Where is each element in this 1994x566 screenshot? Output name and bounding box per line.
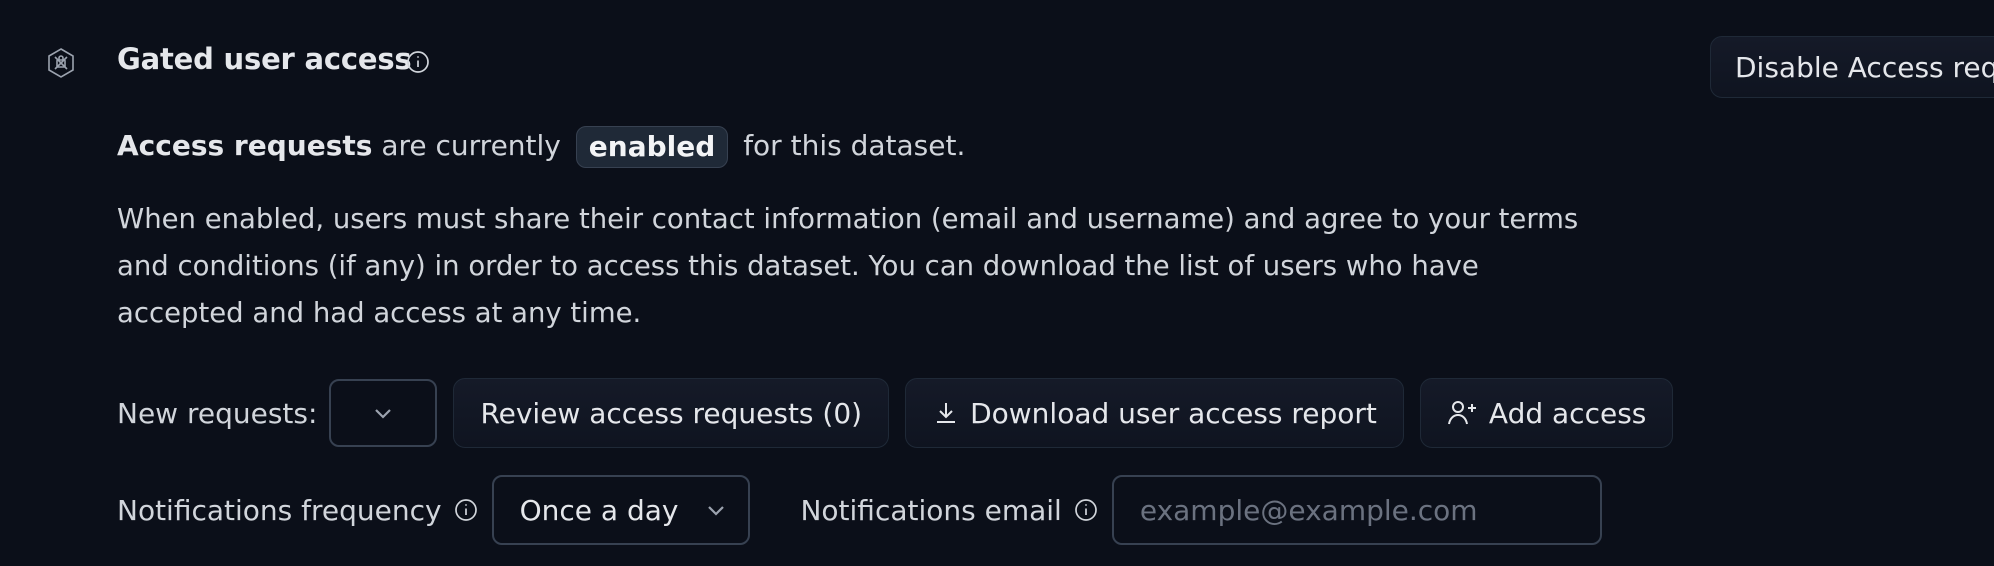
review-button-label: Review access requests (0): [480, 396, 863, 430]
download-report-button[interactable]: Download user access report: [905, 378, 1404, 448]
chevron-down-icon: [375, 409, 392, 419]
new-requests-label: New requests:: [117, 396, 318, 430]
info-icon[interactable]: [406, 50, 430, 74]
disable-access-requests-button[interactable]: Disable Access req: [1710, 36, 1994, 98]
download-button-label: Download user access report: [970, 396, 1377, 430]
status-suffix: for this dataset.: [743, 129, 966, 162]
status-prefix-bold: Access requests: [117, 129, 373, 162]
notifications-email-label: Notifications email: [800, 493, 1062, 527]
new-requests-select[interactable]: [329, 379, 438, 447]
review-access-requests-button[interactable]: Review access requests (0): [453, 378, 890, 448]
status-badge: enabled: [575, 126, 729, 168]
access-description: When enabled, users must share their con…: [117, 203, 1579, 329]
status-prefix: are currently: [381, 129, 561, 162]
notifications-frequency-select[interactable]: Once a day: [491, 475, 751, 545]
info-icon[interactable]: [454, 498, 478, 522]
info-icon[interactable]: [1074, 498, 1098, 522]
download-icon: [937, 403, 956, 423]
add-access-button[interactable]: Add access: [1419, 378, 1674, 448]
requests-row: New requests: Review access requests (0)…: [117, 378, 1674, 448]
chevron-down-icon: [708, 506, 725, 516]
notifications-frequency-label: Notifications frequency: [117, 493, 442, 527]
gated-access-section: Gated user access Disable Access req Acc…: [0, 0, 1994, 566]
access-status-line: Access requests are currently enabled fo…: [117, 125, 965, 168]
notifications-email-input[interactable]: [1111, 475, 1602, 545]
gated-access-icon: [48, 48, 74, 78]
notifications-row: Notifications frequency Once a day Notif…: [117, 475, 1602, 545]
add-user-icon: [1447, 401, 1476, 425]
add-access-label: Add access: [1488, 396, 1647, 430]
frequency-value: Once a day: [519, 493, 679, 527]
section-title: Gated user access: [117, 42, 412, 76]
